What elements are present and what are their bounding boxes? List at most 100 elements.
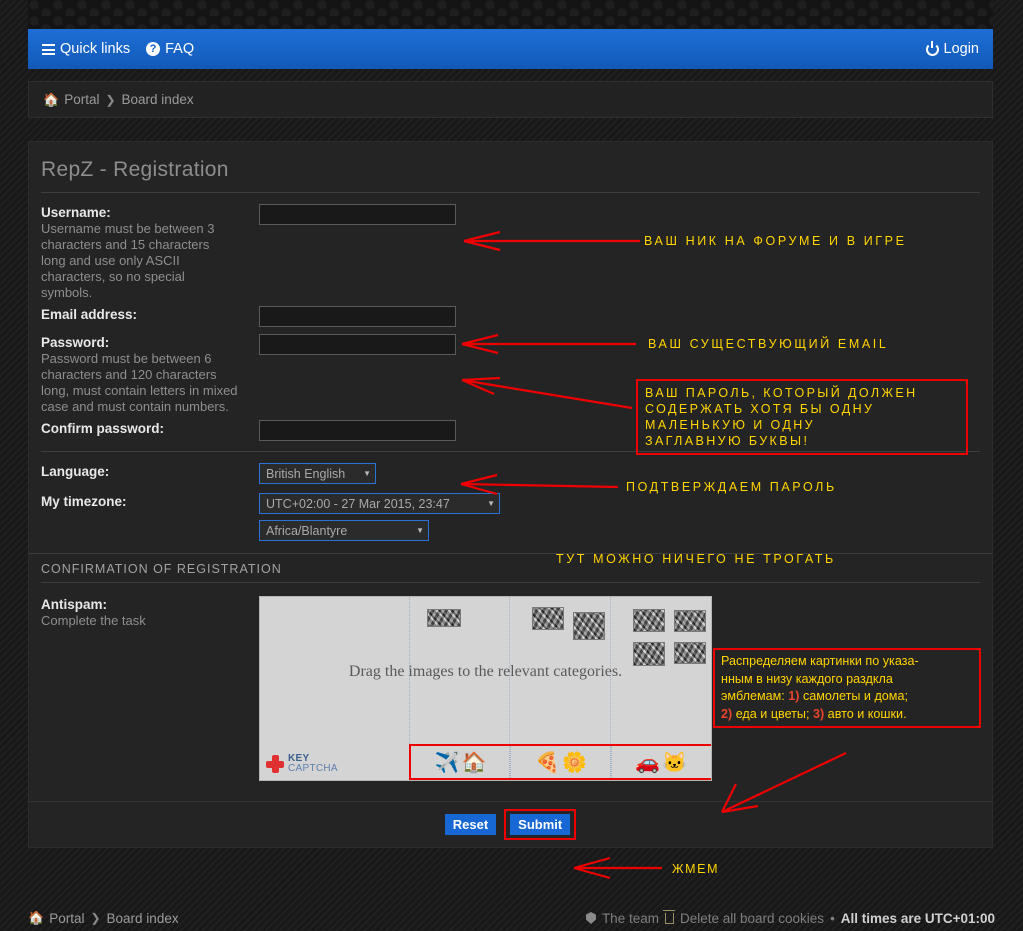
timezone-region-value: Africa/Blantyre xyxy=(266,523,348,538)
captcha-thumb-car-4[interactable] xyxy=(674,642,706,664)
captcha-category-2[interactable]: 🍕 🌼 xyxy=(510,746,610,778)
annotation-submit: ЖМЕМ xyxy=(672,862,720,876)
bullet-separator: • xyxy=(830,910,835,926)
confirmation-heading: CONFIRMATION OF REGISTRATION xyxy=(41,562,282,576)
trash-icon xyxy=(663,909,676,924)
cat-icon: 🐱 xyxy=(662,751,688,774)
password-field[interactable] xyxy=(259,334,456,355)
login-link[interactable]: Login xyxy=(925,40,979,57)
captcha-instruction-text: Drag the images to the relevant categori… xyxy=(348,663,623,680)
antispam-fieldset: Antispam: Complete the task Drag the ima… xyxy=(29,583,992,793)
timezone-selected-value: UTC+02:00 - 27 Mar 2015, 23:47 xyxy=(266,496,450,511)
keycaptcha-cross-icon xyxy=(266,755,284,773)
email-field[interactable] xyxy=(259,306,456,327)
captcha-thumb-car-2[interactable] xyxy=(674,610,706,632)
language-label-col: Language: xyxy=(41,462,259,479)
row-timezone: My timezone: UTC+02:00 - 27 Mar 2015, 23… xyxy=(41,492,980,553)
airplane-icon: ✈️ xyxy=(434,751,460,774)
password-label: Password: xyxy=(41,335,110,350)
confirm-password-input-col xyxy=(259,419,980,441)
delete-cookies-link[interactable]: Delete all board cookies xyxy=(680,911,824,926)
reset-button[interactable]: Reset xyxy=(444,814,497,835)
username-label-col: Username: Username must be between 3 cha… xyxy=(41,203,259,301)
captcha-category-1[interactable]: ✈️ 🏠 xyxy=(411,746,510,778)
username-description: Username must be between 3 characters an… xyxy=(41,221,215,300)
faq-link[interactable]: ? FAQ xyxy=(146,41,194,57)
captcha-thumb-plane[interactable] xyxy=(427,609,461,627)
form-actions-bar: Reset Submit xyxy=(29,801,992,847)
faq-label: FAQ xyxy=(165,41,195,57)
chevron-right-icon: ❯ xyxy=(90,911,101,925)
captcha-category-3[interactable]: 🚗 🐱 xyxy=(610,746,711,778)
page-title: RepZ - Registration xyxy=(41,158,229,181)
timezone-label-col: My timezone: xyxy=(41,492,259,509)
keycaptcha-logo: KEY CAPTCHA xyxy=(266,754,338,774)
registration-panel: RepZ - Registration Username: Username m… xyxy=(28,141,993,848)
confirm-password-field[interactable] xyxy=(259,420,456,441)
keycaptcha-logo-line2: CAPTCHA xyxy=(288,763,338,774)
row-antispam: Antispam: Complete the task Drag the ima… xyxy=(41,595,980,781)
submit-highlight: Submit xyxy=(504,809,577,840)
footer-links: The team Delete all board cookies • All … xyxy=(585,909,995,926)
submit-button[interactable]: Submit xyxy=(510,814,571,835)
shield-icon xyxy=(585,912,596,924)
captcha-thumb-food-2[interactable] xyxy=(573,612,605,640)
quick-links-button[interactable]: Quick links xyxy=(42,41,130,57)
username-label: Username: xyxy=(41,205,111,220)
password-description: Password must be between 6 characters an… xyxy=(41,351,238,414)
antispam-label: Antispam: xyxy=(41,597,108,612)
timezone-label: My timezone: xyxy=(41,494,127,509)
language-selected-value: British English xyxy=(266,466,346,481)
chevron-down-icon: ▼ xyxy=(416,526,424,535)
timezone-region-select[interactable]: Africa/Blantyre ▼ xyxy=(259,520,429,541)
breadcrumb-portal-link[interactable]: Portal xyxy=(64,92,99,107)
home-icon: 🏠 xyxy=(28,910,45,925)
antispam-description: Complete the task xyxy=(41,613,146,628)
timezone-select[interactable]: UTC+02:00 - 27 Mar 2015, 23:47 ▼ xyxy=(259,493,500,514)
breadcrumb-board-index-link[interactable]: Board index xyxy=(122,92,194,107)
password-input-col xyxy=(259,333,980,355)
question-mark-icon: ? xyxy=(146,42,161,56)
footer-bar: 🏠 Portal ❯ Board index The team Delete a… xyxy=(28,909,995,926)
row-language: Language: British English ▼ xyxy=(41,462,980,492)
chevron-down-icon: ▼ xyxy=(487,499,495,508)
password-label-col: Password: Password must be between 6 cha… xyxy=(41,333,259,415)
language-label: Language: xyxy=(41,464,110,479)
username-input-col xyxy=(259,203,980,225)
breadcrumb: 🏠 Portal ❯ Board index xyxy=(28,81,993,118)
language-select[interactable]: British English ▼ xyxy=(259,463,376,484)
divider-2 xyxy=(41,451,980,452)
language-select-col: British English ▼ xyxy=(259,462,980,484)
confirm-password-label-col: Confirm password: xyxy=(41,419,259,436)
confirm-password-label: Confirm password: xyxy=(41,421,165,436)
quick-links-label: Quick links xyxy=(60,41,131,57)
house-icon: 🏠 xyxy=(461,751,487,774)
footer-portal-link[interactable]: Portal xyxy=(49,911,84,926)
email-label-col: Email address: xyxy=(41,305,259,322)
row-email: Email address: xyxy=(41,305,980,333)
captcha-thumb-food-1[interactable] xyxy=(532,607,564,630)
page-wrapper: Quick links ? FAQ Login 🏠 Portal ❯ Board… xyxy=(28,29,993,848)
keycaptcha-widget[interactable]: Drag the images to the relevant categori… xyxy=(259,596,712,781)
email-label: Email address: xyxy=(41,307,138,322)
power-icon xyxy=(925,40,939,56)
timezone-select-col: UTC+02:00 - 27 Mar 2015, 23:47 ▼ Africa/… xyxy=(259,492,980,541)
antispam-label-col: Antispam: Complete the task xyxy=(41,595,259,629)
the-team-link[interactable]: The team xyxy=(602,911,659,926)
footer-board-index-link[interactable]: Board index xyxy=(107,911,179,926)
hamburger-icon xyxy=(42,43,55,55)
antispam-widget-col: Drag the images to the relevant categori… xyxy=(259,595,980,781)
all-times-text: All times are UTC+01:00 xyxy=(840,910,995,926)
captcha-category-tray[interactable]: ✈️ 🏠 🍕 🌼 🚗 🐱 xyxy=(409,744,711,780)
chevron-down-icon: ▼ xyxy=(363,469,371,478)
home-icon: 🏠 xyxy=(43,91,60,107)
hex-pattern-banner xyxy=(28,0,993,29)
row-password: Password: Password must be between 6 cha… xyxy=(41,333,980,419)
row-username: Username: Username must be between 3 cha… xyxy=(41,203,980,305)
account-fieldset: Username: Username must be between 3 cha… xyxy=(29,193,992,553)
main-navbar: Quick links ? FAQ Login xyxy=(28,29,993,69)
car-icon: 🚗 xyxy=(635,751,661,774)
username-input[interactable] xyxy=(259,204,456,225)
row-confirm-password: Confirm password: xyxy=(41,419,980,451)
captcha-thumb-car-1[interactable] xyxy=(633,609,665,632)
